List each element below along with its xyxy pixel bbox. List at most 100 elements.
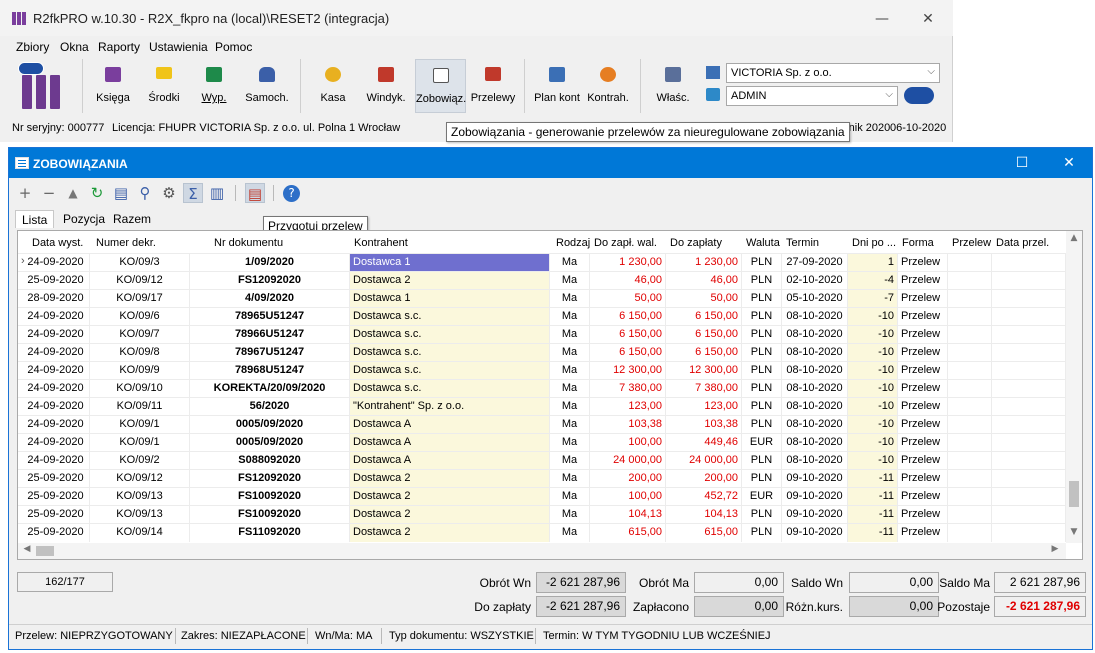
table-row[interactable]: 25-09-2020 KO/09/12 FS12092020 Dostawca 2 Ma… [18, 469, 1066, 488]
column-header[interactable]: Data przel. [996, 237, 1049, 249]
table-cell[interactable]: Ma [550, 290, 590, 308]
table-cell[interactable]: 09-10-2020 [782, 524, 848, 542]
table-cell[interactable] [948, 380, 992, 398]
table-cell[interactable] [948, 344, 992, 362]
table-cell[interactable]: 78965U51247 [190, 308, 350, 326]
table-cell[interactable]: PLN [742, 380, 782, 398]
table-cell[interactable]: 25-09-2020 [22, 272, 90, 290]
table-cell[interactable]: KO/09/8 [90, 344, 190, 362]
column-header[interactable]: Do zapłaty [670, 237, 722, 249]
table-cell[interactable]: 08-10-2020 [782, 326, 848, 344]
scroll-down-icon[interactable]: ▼ [1066, 527, 1082, 541]
table-cell[interactable] [948, 506, 992, 524]
table-cell[interactable]: 24-09-2020 [22, 434, 90, 452]
table-cell[interactable]: 7 380,00 [590, 380, 666, 398]
table-cell[interactable]: KO/09/14 [90, 524, 190, 542]
table-cell[interactable] [992, 380, 1066, 398]
table-row[interactable]: 28-09-2020 KO/09/17 4/09/2020 Dostawca 1 Ma 5… [18, 289, 1066, 308]
table-cell[interactable]: 28-09-2020 [22, 290, 90, 308]
table-cell[interactable]: 6 150,00 [666, 308, 742, 326]
table-cell[interactable]: 123,00 [590, 398, 666, 416]
table-cell[interactable]: 78966U51247 [190, 326, 350, 344]
menu-ustawienia[interactable]: Ustawienia [149, 40, 208, 54]
kasa-button[interactable]: Kasa [310, 59, 356, 113]
table-cell[interactable]: 0005/09/2020 [190, 416, 350, 434]
table-cell[interactable]: KO/09/1 [90, 416, 190, 434]
samochody-button[interactable]: Samoch. [240, 59, 294, 113]
table-row[interactable]: 24-09-2020 KO/09/1 0005/09/2020 Dostawca AM… [18, 415, 1066, 434]
table-cell[interactable]: 6 150,00 [590, 308, 666, 326]
table-cell[interactable]: 123,00 [666, 398, 742, 416]
table-cell[interactable] [948, 470, 992, 488]
table-row[interactable]: › 24-09-2020 KO/09/3 1/09/2020 Dostawca 1 Ma 1… [18, 253, 1066, 272]
table-cell[interactable]: Przelew [898, 506, 948, 524]
table-cell[interactable]: Ma [550, 524, 590, 542]
table-cell[interactable] [992, 416, 1066, 434]
prepare-transfer-icon[interactable]: ▤ [245, 183, 265, 203]
table-cell[interactable]: Ma [550, 344, 590, 362]
table-cell[interactable]: Ma [550, 362, 590, 380]
table-cell[interactable]: S088092020 [190, 452, 350, 470]
menu-pomoc[interactable]: Pomoc [215, 40, 252, 54]
table-cell[interactable]: 1 230,00 [666, 254, 742, 272]
table-cell[interactable]: 6 150,00 [666, 326, 742, 344]
table-cell[interactable]: -10 [848, 308, 898, 326]
table-cell[interactable]: 6 150,00 [590, 344, 666, 362]
table-cell[interactable]: KO/09/11 [90, 398, 190, 416]
table-cell[interactable]: 50,00 [590, 290, 666, 308]
table-cell[interactable]: 7 380,00 [666, 380, 742, 398]
table-row[interactable]: 24-09-2020 KO/09/9 78968U51247 Dostawca s.c… [18, 361, 1066, 380]
table-cell[interactable]: 08-10-2020 [782, 434, 848, 452]
table-cell[interactable]: Ma [550, 488, 590, 506]
table-cell[interactable]: Przelew [898, 434, 948, 452]
table-cell[interactable]: Przelew [898, 452, 948, 470]
table-cell[interactable]: Ma [550, 254, 590, 272]
table-cell[interactable] [948, 416, 992, 434]
table-cell[interactable]: 27-09-2020 [782, 254, 848, 272]
table-cell[interactable]: 25-09-2020 [22, 470, 90, 488]
column-header[interactable]: Numer dekr. [96, 237, 156, 249]
table-cell[interactable]: -7 [848, 290, 898, 308]
table-cell[interactable]: 12 300,00 [590, 362, 666, 380]
remove-icon[interactable]: − [39, 183, 59, 203]
table-cell[interactable]: -10 [848, 398, 898, 416]
user-select[interactable]: ADMIN ⌵ [726, 86, 898, 106]
table-cell[interactable]: KO/09/10 [90, 380, 190, 398]
table-cell[interactable]: Przelew [898, 488, 948, 506]
table-cell[interactable] [992, 344, 1066, 362]
table-cell[interactable] [948, 434, 992, 452]
search-icon[interactable]: ⚲ [135, 183, 155, 203]
table-cell[interactable] [948, 326, 992, 344]
table-cell[interactable]: PLN [742, 416, 782, 434]
table-cell[interactable]: Dostawca s.c. [350, 380, 550, 398]
table-cell[interactable]: Ma [550, 308, 590, 326]
table-row[interactable]: 25-09-2020 KO/09/13 FS10092020 Dostawca 2 Ma… [18, 487, 1066, 506]
wyp-button[interactable]: Wyp. [192, 59, 236, 113]
table-cell[interactable]: 103,38 [590, 416, 666, 434]
table-cell[interactable] [992, 290, 1066, 308]
maximize-button[interactable]: ☐ [1004, 152, 1040, 174]
table-row[interactable]: 25-09-2020 KO/09/12 FS12092020 Dostawca 2 Ma… [18, 271, 1066, 290]
table-cell[interactable]: Ma [550, 506, 590, 524]
table-cell[interactable]: -10 [848, 326, 898, 344]
table-cell[interactable]: 08-10-2020 [782, 344, 848, 362]
table-cell[interactable]: PLN [742, 290, 782, 308]
table-cell[interactable]: 50,00 [666, 290, 742, 308]
table-cell[interactable]: -4 [848, 272, 898, 290]
table-cell[interactable] [948, 524, 992, 542]
table-cell[interactable]: 78967U51247 [190, 344, 350, 362]
table-cell[interactable]: 24-09-2020 [22, 452, 90, 470]
tab-pozycja[interactable]: Pozycja [57, 210, 111, 228]
table-cell[interactable]: Przelew [898, 416, 948, 434]
table-cell[interactable]: Dostawca 2 [350, 488, 550, 506]
table-cell[interactable] [992, 434, 1066, 452]
column-header[interactable]: Przelew [952, 237, 991, 249]
table-cell[interactable]: -11 [848, 470, 898, 488]
add-icon[interactable]: + [15, 183, 35, 203]
table-cell[interactable]: 100,00 [590, 488, 666, 506]
print-icon[interactable]: ▤ [111, 183, 131, 203]
table-cell[interactable] [948, 362, 992, 380]
table-cell[interactable]: 200,00 [666, 470, 742, 488]
table-cell[interactable]: PLN [742, 506, 782, 524]
table-cell[interactable] [992, 524, 1066, 542]
